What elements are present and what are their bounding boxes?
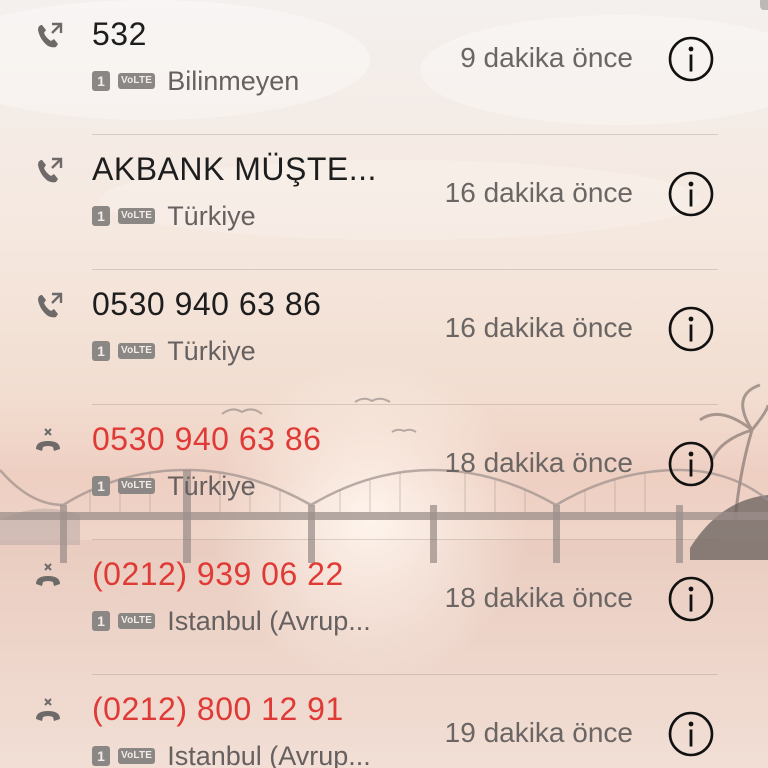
caller-name: (0212) 800 12 91: [92, 691, 344, 727]
call-meta: 1 VoLTE Türkiye: [92, 201, 256, 231]
call-log-row[interactable]: (0212) 939 06 22 1 VoLTE Istanbul (Avrup…: [0, 540, 768, 675]
call-time: 18 dakika önce: [444, 582, 633, 613]
sim-badge: 1: [92, 611, 110, 631]
caller-location: Türkiye: [167, 470, 256, 501]
sim-badge: 1: [92, 341, 110, 361]
info-icon[interactable]: [666, 169, 716, 219]
call-time: 19 dakika önce: [444, 717, 633, 748]
caller-location: Istanbul (Avrup...: [167, 740, 371, 768]
caller-name: 0530 940 63 86: [92, 421, 322, 457]
missed-call-icon: [34, 560, 66, 592]
info-icon[interactable]: [666, 304, 716, 354]
outgoing-call-icon: [34, 155, 66, 187]
call-meta: 1 VoLTE Türkiye: [92, 336, 256, 366]
missed-call-icon: [34, 425, 66, 457]
call-log-row[interactable]: AKBANK MÜŞTE... 1 VoLTE Türkiye 16 dakik…: [0, 135, 768, 270]
volte-badge: VoLTE: [118, 73, 156, 89]
sim-badge: 1: [92, 746, 110, 766]
caller-name: (0212) 939 06 22: [92, 556, 344, 592]
caller-name: 0530 940 63 86: [92, 286, 322, 322]
caller-location: Bilinmeyen: [167, 65, 300, 96]
call-log-row[interactable]: 0530 940 63 86 1 VoLTE Türkiye 16 dakika…: [0, 270, 768, 405]
volte-badge: VoLTE: [118, 748, 156, 764]
call-log-row[interactable]: 0530 940 63 86 1 VoLTE Türkiye 18 dakika…: [0, 405, 768, 540]
info-icon[interactable]: [666, 574, 716, 624]
call-meta: 1 VoLTE Istanbul (Avrup...: [92, 741, 371, 768]
sim-badge: 1: [92, 71, 110, 91]
outgoing-call-icon: [34, 290, 66, 322]
call-meta: 1 VoLTE Bilinmeyen: [92, 66, 299, 96]
call-log-row[interactable]: 532 1 VoLTE Bilinmeyen 9 dakika önce: [0, 0, 768, 135]
sim-badge: 1: [92, 476, 110, 496]
call-meta: 1 VoLTE Türkiye: [92, 471, 256, 501]
info-icon[interactable]: [666, 34, 716, 84]
call-log-row[interactable]: (0212) 800 12 91 1 VoLTE Istanbul (Avrup…: [0, 675, 768, 768]
caller-name: 532: [92, 16, 147, 52]
call-meta: 1 VoLTE Istanbul (Avrup...: [92, 606, 371, 636]
caller-name: AKBANK MÜŞTE...: [92, 151, 377, 187]
call-time: 16 dakika önce: [444, 312, 633, 343]
volte-badge: VoLTE: [118, 478, 156, 494]
call-time: 9 dakika önce: [460, 42, 633, 73]
call-time: 18 dakika önce: [444, 447, 633, 478]
info-icon[interactable]: [666, 709, 716, 759]
volte-badge: VoLTE: [118, 613, 156, 629]
caller-location: Istanbul (Avrup...: [167, 605, 371, 636]
sim-badge: 1: [92, 206, 110, 226]
call-time: 16 dakika önce: [444, 177, 633, 208]
missed-call-icon: [34, 695, 66, 727]
outgoing-call-icon: [34, 20, 66, 52]
volte-badge: VoLTE: [118, 343, 156, 359]
caller-location: Türkiye: [167, 335, 256, 366]
caller-location: Türkiye: [167, 200, 256, 231]
info-icon[interactable]: [666, 439, 716, 489]
volte-badge: VoLTE: [118, 208, 156, 224]
